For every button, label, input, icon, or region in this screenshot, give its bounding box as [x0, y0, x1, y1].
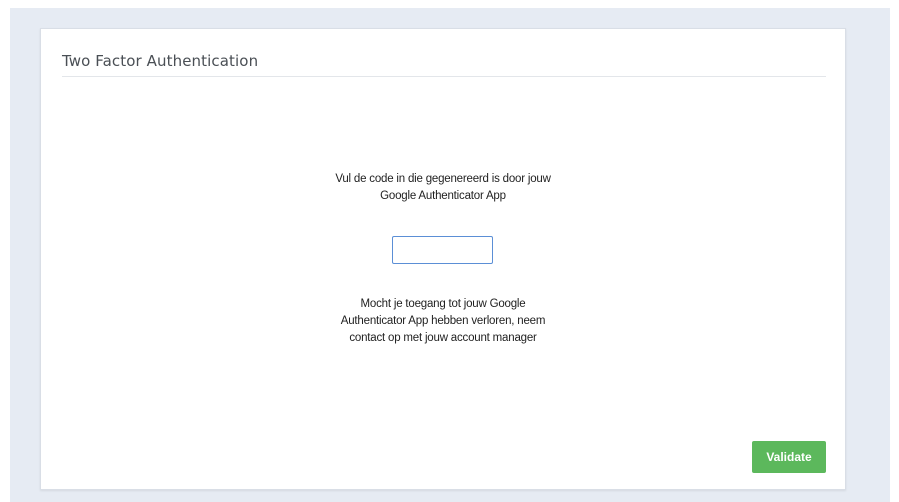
validate-button[interactable]: Validate — [752, 441, 826, 473]
auth-code-input[interactable] — [392, 236, 493, 264]
card-title: Two Factor Authentication — [62, 52, 259, 70]
instruction-line-2: Google Authenticator App — [380, 190, 506, 202]
help-text: Mocht je toegang tot jouw Google Authent… — [291, 296, 595, 347]
two-factor-card: Two Factor Authentication Vul de code in… — [40, 28, 846, 490]
instruction-line-1: Vul de code in die gegenereerd is door j… — [335, 173, 551, 185]
help-line-1: Mocht je toegang tot jouw Google — [360, 298, 526, 310]
help-line-2: Authenticator App hebben verloren, neem — [340, 315, 546, 327]
help-line-3: contact op met jouw account manager — [349, 332, 537, 344]
title-divider — [62, 76, 826, 77]
instruction-text: Vul de code in die gegenereerd is door j… — [291, 171, 595, 205]
